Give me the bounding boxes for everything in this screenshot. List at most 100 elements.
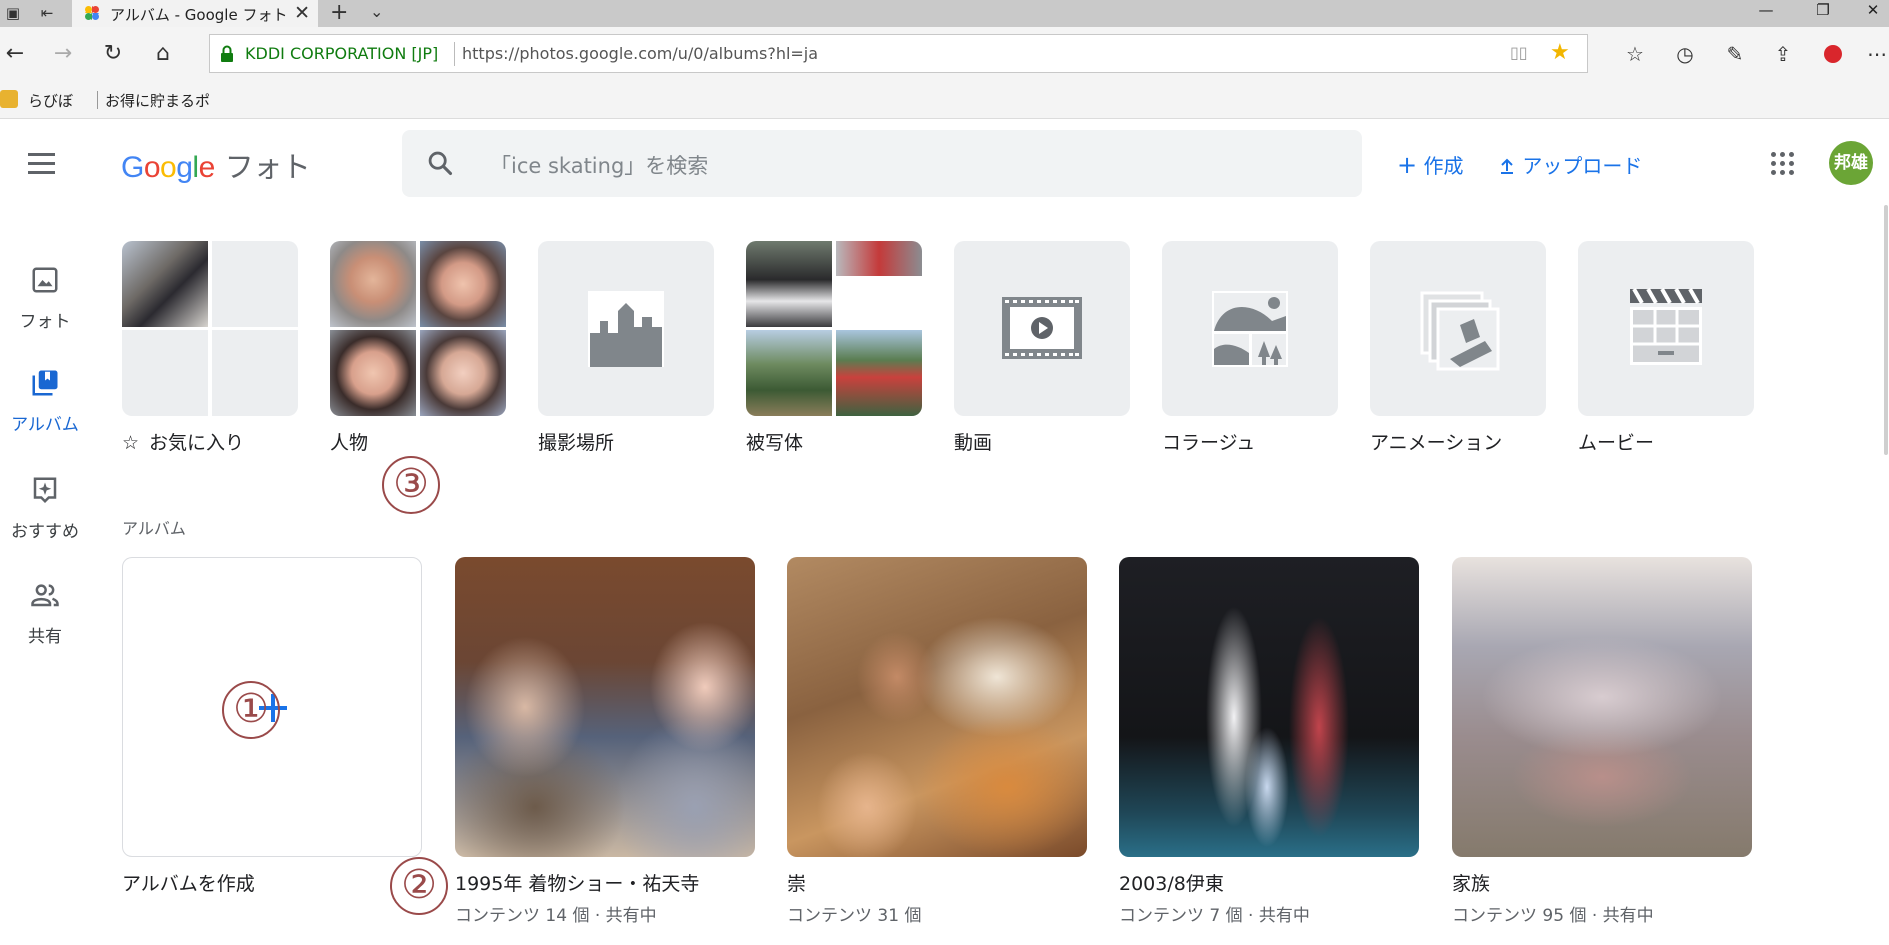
category-label: お気に入り xyxy=(149,432,245,454)
certificate-label[interactable]: KDDI CORPORATION [JP] xyxy=(245,44,438,63)
face-photo xyxy=(330,241,416,327)
album-title: 崇 xyxy=(787,873,807,895)
url-text[interactable]: https://photos.google.com/u/0/albums?hl=… xyxy=(462,44,818,63)
address-bar[interactable]: KDDI CORPORATION [JP] https://photos.goo… xyxy=(209,34,1588,73)
account-avatar[interactable]: 邦雄 xyxy=(1829,141,1873,185)
main-menu-icon[interactable] xyxy=(28,153,55,180)
album-cover[interactable] xyxy=(1452,557,1752,857)
star-outline-icon: ☆ xyxy=(122,432,140,454)
category-collages[interactable]: コラージュ xyxy=(1162,241,1338,455)
category-thumbnail[interactable] xyxy=(330,241,506,416)
album-cover[interactable] xyxy=(787,557,1087,857)
history-icon[interactable]: ◷ xyxy=(1670,39,1700,69)
subject-photo xyxy=(836,241,922,276)
logo-product-name: フォト xyxy=(224,152,311,184)
category-thumbnail[interactable] xyxy=(538,241,714,416)
album-title: 家族 xyxy=(1452,873,1491,895)
upload-button-label: アップロード xyxy=(1522,154,1643,178)
album-card[interactable]: 家族 コンテンツ 95 個 · 共有中 xyxy=(1452,557,1752,926)
movie-clapper-icon xyxy=(1630,288,1702,365)
category-label: ムービー xyxy=(1578,432,1655,454)
category-thumbnail[interactable] xyxy=(1162,241,1338,416)
subject-photo xyxy=(746,330,832,416)
album-cover[interactable] xyxy=(455,557,755,857)
sidebar-item-label: アルバム xyxy=(11,415,79,435)
category-things[interactable]: 被写体 xyxy=(746,241,922,455)
search-input[interactable]: 「ice skating」を検索 xyxy=(490,150,708,180)
pen-notes-icon[interactable]: ✎ xyxy=(1720,39,1750,69)
share-icon[interactable]: ⇪ xyxy=(1768,39,1798,69)
search-box[interactable]: 「ice skating」を検索 xyxy=(402,130,1362,197)
sharing-icon xyxy=(31,584,59,607)
face-photo xyxy=(420,241,506,327)
album-card[interactable]: 1995年 着物ショー・祐天寺 コンテンツ 14 個 · 共有中 xyxy=(455,557,755,926)
bookmark-item[interactable]: お得に貯まるポ xyxy=(105,90,210,111)
maximize-icon[interactable]: ❐ xyxy=(1800,0,1846,27)
google-apps-icon[interactable] xyxy=(1771,152,1795,176)
refresh-icon[interactable]: ↻ xyxy=(98,39,128,69)
bookmark-favicon-icon xyxy=(0,90,18,108)
minimize-icon[interactable]: — xyxy=(1743,0,1789,27)
category-people[interactable]: 人物 xyxy=(330,241,506,455)
page-scrollbar[interactable] xyxy=(1884,205,1889,945)
google-photos-favicon-icon xyxy=(85,6,99,20)
window-close-icon[interactable]: ✕ xyxy=(1850,0,1889,27)
category-animations[interactable]: アニメーション xyxy=(1370,241,1546,455)
sidebar-item-albums[interactable]: アルバム xyxy=(0,368,90,435)
google-photos-logo[interactable]: Google フォト xyxy=(121,144,311,186)
tab-close-icon[interactable]: ✕ xyxy=(294,2,310,24)
new-tab-icon[interactable]: + xyxy=(330,1,348,25)
animation-icon xyxy=(1420,291,1500,371)
category-thumbnail[interactable] xyxy=(954,241,1130,416)
places-icon xyxy=(588,291,664,367)
tab-actions-icon[interactable]: ▣ xyxy=(2,3,24,23)
sidebar-item-photos[interactable]: フォト xyxy=(0,265,90,332)
favorites-list-icon[interactable]: ☆ xyxy=(1620,39,1650,69)
tab-list-chevron-icon[interactable]: ⌄ xyxy=(370,2,383,21)
bookmark-item[interactable]: らびぼ xyxy=(28,90,73,111)
back-icon[interactable]: ← xyxy=(0,39,30,69)
album-subtitle: コンテンツ 95 個 · 共有中 xyxy=(1452,906,1654,926)
bookmark-separator xyxy=(97,91,98,109)
category-thumbnail[interactable] xyxy=(1370,241,1546,416)
assistant-icon xyxy=(33,477,57,504)
reading-view-icon[interactable]: ▯▯ xyxy=(1510,43,1528,62)
category-thumbnail[interactable] xyxy=(1578,241,1754,416)
category-label: 撮影場所 xyxy=(538,432,615,454)
category-movies[interactable]: ムービー xyxy=(1578,241,1754,455)
upload-icon xyxy=(1501,158,1513,174)
search-icon[interactable] xyxy=(426,149,454,177)
sidebar-item-label: フォト xyxy=(19,312,71,332)
sidebar-item-sharing[interactable]: 共有 xyxy=(0,580,90,647)
album-subtitle: コンテンツ 7 個 · 共有中 xyxy=(1119,906,1310,926)
album-title: 1995年 着物ショー・祐天寺 xyxy=(455,873,700,895)
album-card[interactable]: 崇 コンテンツ 31 個 xyxy=(787,557,1087,926)
home-icon[interactable]: ⌂ xyxy=(148,39,178,69)
scrollbar-thumb[interactable] xyxy=(1884,205,1888,455)
face-photo xyxy=(420,330,506,416)
annotation-marker-2: ② xyxy=(390,857,448,915)
category-places[interactable]: 撮影場所 xyxy=(538,241,714,455)
lock-icon xyxy=(221,45,233,62)
set-aside-tabs-icon[interactable]: ⇤ xyxy=(36,3,58,23)
album-cover[interactable] xyxy=(1119,557,1419,857)
category-thumbnail[interactable] xyxy=(746,241,922,416)
collage-icon xyxy=(1212,291,1288,367)
category-label: 被写体 xyxy=(746,432,804,454)
favorite-star-icon[interactable]: ★ xyxy=(1550,40,1570,65)
browser-tab-active[interactable]: アルバム - Google フォト ✕ xyxy=(72,0,318,27)
create-button[interactable]: + 作成 xyxy=(1397,150,1463,179)
album-card[interactable]: 2003/8伊東 コンテンツ 7 個 · 共有中 xyxy=(1119,557,1419,926)
address-separator xyxy=(454,42,455,66)
sidebar-item-assistant[interactable]: おすすめ xyxy=(0,475,90,542)
category-thumbnail[interactable] xyxy=(122,241,298,416)
category-videos[interactable]: 動画 xyxy=(954,241,1130,455)
extension-trend-icon[interactable] xyxy=(1818,39,1848,69)
category-label: コラージュ xyxy=(1162,432,1256,454)
more-menu-icon[interactable]: ⋯ xyxy=(1862,39,1889,69)
forward-icon[interactable]: → xyxy=(48,39,78,69)
category-label: アニメーション xyxy=(1370,432,1503,454)
album-icon xyxy=(32,370,58,396)
upload-button[interactable]: アップロード xyxy=(1498,150,1642,179)
category-favorites[interactable]: ☆ お気に入り xyxy=(122,241,298,455)
